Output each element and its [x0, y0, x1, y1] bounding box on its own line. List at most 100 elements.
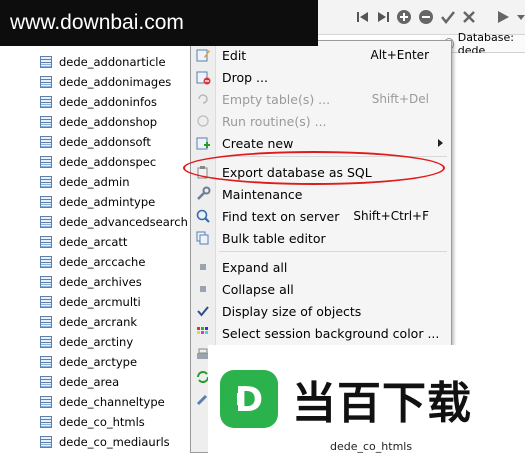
- menu-item-session-background[interactable]: Select session background color ...: [191, 322, 451, 344]
- table-icon: [40, 56, 52, 68]
- tree-item-label: dede_area: [59, 375, 120, 389]
- table-icon: [40, 276, 52, 288]
- watermark-banner: www.downbai.com: [0, 0, 318, 46]
- tree-item[interactable]: dede_co_mediaurls: [40, 432, 170, 452]
- menu-item-empty-tables[interactable]: Empty table(s) ... Shift+Del: [191, 88, 451, 110]
- database-tab[interactable]: Database: dede: [440, 31, 525, 57]
- menu-item-expand-all[interactable]: Expand all: [191, 256, 451, 278]
- tree-item[interactable]: dede_co_htmls: [40, 412, 145, 432]
- table-icon: [40, 196, 52, 208]
- menu-item-display-size[interactable]: Display size of objects: [191, 300, 451, 322]
- table-icon: [40, 296, 52, 308]
- tree-item-label: dede_arctype: [59, 355, 138, 369]
- table-icon: [40, 116, 52, 128]
- tree-item[interactable]: dede_arctype: [40, 352, 137, 372]
- tree-item[interactable]: dede_arcatt: [40, 232, 127, 252]
- tree-item-label: dede_addonspec: [59, 155, 157, 169]
- tree-item[interactable]: dede_advancedsearch: [40, 212, 188, 232]
- submenu-arrow-icon: [438, 139, 443, 147]
- run-icon[interactable]: [496, 8, 510, 26]
- menu-separator: [219, 251, 447, 252]
- tree-item-label: dede_addonarticle: [59, 55, 166, 69]
- tree-item[interactable]: dede_arctiny: [40, 332, 133, 352]
- menu-item-run-routines[interactable]: Run routine(s) ...: [191, 110, 451, 132]
- watermark-text: www.downbai.com: [10, 11, 184, 34]
- menu-item-label: Bulk table editor: [222, 230, 326, 246]
- collapse-icon: [194, 280, 212, 298]
- tree-item-label: dede_addonsoft: [59, 135, 151, 149]
- tree-item[interactable]: dede_admin: [40, 172, 130, 192]
- menu-item-label: Select session background color ...: [222, 325, 440, 341]
- run-dropdown-icon[interactable]: [516, 8, 525, 26]
- tree-item-label: dede_arcatt: [59, 235, 128, 249]
- table-icon: [40, 156, 52, 168]
- menu-item-bulk-editor[interactable]: Bulk table editor: [191, 227, 451, 249]
- tree-item-label: dede_addonshop: [59, 115, 158, 129]
- menu-item-label: Find text on server: [222, 208, 340, 224]
- table-icon: [40, 396, 52, 408]
- menu-item-shortcut: Shift+Ctrl+F: [353, 209, 429, 223]
- tree-item[interactable]: dede_admintype: [40, 192, 155, 212]
- logo-text: 当百下载: [292, 378, 472, 429]
- menu-item-label: Run routine(s) ...: [222, 113, 327, 129]
- tree-item-label: dede_co_mediaurls: [59, 435, 170, 449]
- table-icon: [40, 76, 52, 88]
- tree-item-label: dede_admin: [59, 175, 130, 189]
- tree-item[interactable]: dede_area: [40, 372, 119, 392]
- search-icon: [194, 207, 212, 225]
- menu-item-label: Display size of objects: [222, 303, 362, 319]
- edit-icon: [194, 46, 212, 64]
- logo-d-glyph: D: [235, 380, 263, 420]
- menu-item-label: Expand all: [222, 259, 288, 275]
- table-icon: [40, 216, 52, 228]
- menu-item-label: Maintenance: [222, 186, 303, 202]
- menu-item-label: Collapse all: [222, 281, 294, 297]
- tree-item[interactable]: dede_channeltype: [40, 392, 165, 412]
- menu-item-drop[interactable]: Drop ...: [191, 66, 451, 88]
- post-check-icon[interactable]: [440, 8, 456, 26]
- last-record-icon[interactable]: [376, 8, 390, 26]
- menu-item-collapse-all[interactable]: Collapse all: [191, 278, 451, 300]
- tree-item[interactable]: dede_addoninfos: [40, 92, 157, 112]
- tree-item-label: dede_admintype: [59, 195, 156, 209]
- tree-item-label: dede_addoninfos: [59, 95, 158, 109]
- menu-item-maintenance[interactable]: Maintenance: [191, 183, 451, 205]
- menu-item-find-text[interactable]: Find text on server Shift+Ctrl+F: [191, 205, 451, 227]
- tree-item[interactable]: dede_addonshop: [40, 112, 157, 132]
- tree-item[interactable]: dede_arcmulti: [40, 292, 141, 312]
- bulk-editor-icon: [194, 229, 212, 247]
- tree-item-label: dede_addonimages: [59, 75, 172, 89]
- menu-item-label: Edit: [222, 47, 247, 63]
- site-logo-overlay: D 当百下载: [208, 345, 525, 453]
- checkmark-icon: [194, 302, 212, 320]
- tree-item[interactable]: dede_addonarticle: [40, 52, 166, 72]
- cancel-x-icon[interactable]: [462, 8, 476, 26]
- tree-item-label: dede_co_htmls: [59, 415, 145, 429]
- tree-item-label: dede_channeltype: [59, 395, 165, 409]
- tree-item-label: dede_arctiny: [59, 335, 134, 349]
- table-icon: [40, 136, 52, 148]
- run-routine-icon: [194, 112, 212, 130]
- table-tree: dede_addonarticle dede_addonimages dede_…: [0, 46, 192, 453]
- table-icon: [40, 316, 52, 328]
- table-icon: [40, 336, 52, 348]
- menu-item-label: Drop ...: [222, 69, 268, 85]
- tree-item-label: dede_archives: [59, 275, 142, 289]
- empty-table-icon: [194, 90, 212, 108]
- tree-item[interactable]: dede_addonsoft: [40, 132, 151, 152]
- tree-item[interactable]: dede_arcrank: [40, 312, 137, 332]
- tree-item[interactable]: dede_addonimages: [40, 72, 171, 92]
- tree-item[interactable]: dede_addonspec: [40, 152, 156, 172]
- wrench-icon: [194, 185, 212, 203]
- tree-item[interactable]: dede_arccache: [40, 252, 145, 272]
- insert-record-icon[interactable]: [396, 8, 412, 26]
- menu-item-label: Create new: [222, 135, 294, 151]
- delete-record-icon[interactable]: [418, 8, 434, 26]
- table-icon: [40, 376, 52, 388]
- menu-item-edit[interactable]: Edit Alt+Enter: [191, 44, 451, 66]
- color-palette-icon: [194, 324, 212, 342]
- menu-item-label: Empty table(s) ...: [222, 91, 331, 107]
- tree-item[interactable]: dede_archives: [40, 272, 142, 292]
- menu-item-shortcut: Shift+Del: [371, 92, 429, 106]
- first-record-icon[interactable]: [356, 8, 370, 26]
